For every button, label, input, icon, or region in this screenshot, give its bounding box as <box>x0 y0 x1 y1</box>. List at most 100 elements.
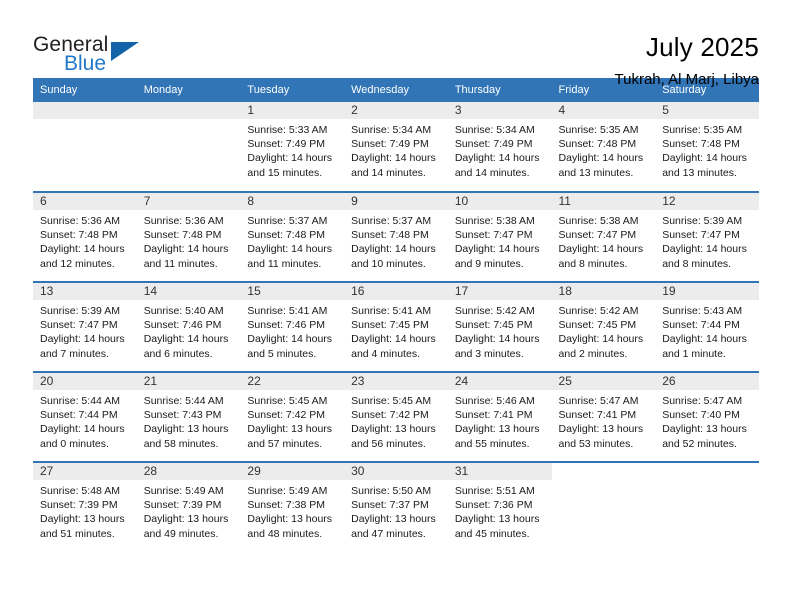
sunset-text: Sunset: 7:47 PM <box>662 229 740 242</box>
day-number: 31 <box>447 463 552 480</box>
calendar-day-cell[interactable]: 12 Sunrise: 5:39 AM Sunset: 7:47 PM Dayligh… <box>655 191 759 282</box>
sunset-text: Sunset: 7:39 PM <box>143 499 222 512</box>
day-details: Sunrise: 5:36 AM Sunset: 7:48 PM Daylight:… <box>33 210 137 271</box>
day-number: 10 <box>447 193 552 210</box>
calendar-day-cell[interactable]: 18 Sunrise: 5:42 AM Sunset: 7:45 PM Dayligh… <box>551 281 656 372</box>
day-number: 12 <box>655 193 759 210</box>
calendar-day-cell[interactable]: 6 Sunrise: 5:36 AM Sunset: 7:48 PM Daylight… <box>33 191 137 282</box>
daylight-text: Daylight: 14 hours and 13 minutes. <box>662 152 747 179</box>
calendar-day-cell[interactable]: 17 Sunrise: 5:42 AM Sunset: 7:45 PM Dayligh… <box>447 281 552 372</box>
calendar-day-cell[interactable]: 20 Sunrise: 5:44 AM Sunset: 7:44 PM Dayligh… <box>33 371 137 462</box>
sunrise-text: Sunrise: 5:49 AM <box>247 485 328 497</box>
daylight-text: Daylight: 14 hours and 8 minutes. <box>662 243 747 270</box>
sunrise-text: Sunrise: 5:46 AM <box>454 395 535 407</box>
calendar-day-cell[interactable]: 9 Sunrise: 5:37 AM Sunset: 7:48 PM Daylight… <box>344 191 448 282</box>
sunrise-text: Sunrise: 5:45 AM <box>247 395 328 407</box>
calendar-day-cell[interactable]: 8 Sunrise: 5:37 AM Sunset: 7:48 PM Daylight… <box>240 191 345 282</box>
sunrise-text: Sunrise: 5:51 AM <box>454 485 535 497</box>
daylight-text: Daylight: 14 hours and 13 minutes. <box>558 152 644 179</box>
day-number: 15 <box>240 283 345 300</box>
calendar-page: General Blue July 2025 Tukrah, Al Marj, … <box>0 0 792 612</box>
day-number: 27 <box>33 463 137 480</box>
daylight-text: Daylight: 14 hours and 0 minutes. <box>40 423 125 450</box>
calendar-day-cell[interactable]: 3 Sunrise: 5:34 AM Sunset: 7:49 PM Daylight… <box>447 102 552 192</box>
calendar-day-cell[interactable]: 21 Sunrise: 5:44 AM Sunset: 7:43 PM Dayligh… <box>136 371 241 462</box>
day-number: 8 <box>240 193 345 210</box>
sunrise-text: Sunrise: 5:47 AM <box>662 395 743 407</box>
day-number: 9 <box>344 193 448 210</box>
daylight-text: Daylight: 14 hours and 1 minute. <box>662 333 747 360</box>
daylight-text: Daylight: 14 hours and 14 minutes. <box>351 152 436 179</box>
calendar-week-row: 6 Sunrise: 5:36 AM Sunset: 7:48 PM Daylight… <box>33 191 759 282</box>
day-number: 13 <box>33 283 137 300</box>
brand-logo[interactable]: General Blue <box>33 31 163 79</box>
calendar-day-cell[interactable]: 16 Sunrise: 5:41 AM Sunset: 7:45 PM Dayligh… <box>344 281 448 372</box>
calendar-day-cell[interactable]: 30 Sunrise: 5:50 AM Sunset: 7:37 PM Dayligh… <box>344 461 448 552</box>
daylight-text: Daylight: 13 hours and 53 minutes. <box>558 423 644 450</box>
daylight-text: Daylight: 14 hours and 2 minutes. <box>558 333 644 360</box>
day-number: 18 <box>551 283 656 300</box>
day-details: Sunrise: 5:44 AM Sunset: 7:44 PM Daylight:… <box>33 390 137 451</box>
calendar-day-cell[interactable]: 5 Sunrise: 5:35 AM Sunset: 7:48 PM Daylight… <box>655 102 759 192</box>
calendar-day-cell[interactable]: 24 Sunrise: 5:46 AM Sunset: 7:41 PM Dayligh… <box>447 371 552 462</box>
day-number: 17 <box>447 283 552 300</box>
sunrise-text: Sunrise: 5:36 AM <box>40 215 120 227</box>
calendar-day-cell[interactable]: 25 Sunrise: 5:47 AM Sunset: 7:41 PM Dayligh… <box>551 371 656 462</box>
calendar-day-cell[interactable]: 27 Sunrise: 5:48 AM Sunset: 7:39 PM Dayligh… <box>33 461 137 552</box>
sunrise-text: Sunrise: 5:34 AM <box>351 124 432 136</box>
sunset-text: Sunset: 7:36 PM <box>454 499 533 512</box>
sunrise-text: Sunrise: 5:50 AM <box>351 485 432 497</box>
day-details: Sunrise: 5:39 AM Sunset: 7:47 PM Daylight:… <box>655 210 759 271</box>
calendar-day-cell[interactable]: 28 Sunrise: 5:49 AM Sunset: 7:39 PM Dayligh… <box>136 461 241 552</box>
calendar-day-cell[interactable]: 31 Sunrise: 5:51 AM Sunset: 7:36 PM Dayligh… <box>447 461 552 552</box>
calendar-day-cell[interactable]: 15 Sunrise: 5:41 AM Sunset: 7:46 PM Dayligh… <box>240 281 345 372</box>
calendar-day-cell[interactable]: 26 Sunrise: 5:47 AM Sunset: 7:40 PM Dayligh… <box>655 371 759 462</box>
sunset-text: Sunset: 7:48 PM <box>247 229 326 242</box>
day-details: Sunrise: 5:47 AM Sunset: 7:41 PM Daylight:… <box>552 390 656 451</box>
daylight-text: Daylight: 14 hours and 6 minutes. <box>143 333 229 360</box>
calendar-day-cell[interactable]: 2 Sunrise: 5:34 AM Sunset: 7:49 PM Daylight… <box>344 102 448 192</box>
day-details: Sunrise: 5:34 AM Sunset: 7:49 PM Daylight:… <box>448 119 552 180</box>
day-number: 20 <box>33 373 137 390</box>
calendar-day-cell[interactable]: 7 Sunrise: 5:36 AM Sunset: 7:48 PM Daylight… <box>136 191 241 282</box>
daylight-text: Daylight: 13 hours and 45 minutes. <box>454 513 540 540</box>
day-number: 11 <box>551 193 656 210</box>
sunset-text: Sunset: 7:47 PM <box>40 319 118 332</box>
calendar-week-row: 27 Sunrise: 5:48 AM Sunset: 7:39 PM Dayligh… <box>33 461 759 552</box>
sunrise-text: Sunrise: 5:38 AM <box>558 215 639 227</box>
daylight-text: Daylight: 14 hours and 10 minutes. <box>351 243 436 270</box>
calendar-day-cell[interactable]: 10 Sunrise: 5:38 AM Sunset: 7:47 PM Dayligh… <box>447 191 552 282</box>
calendar-day-cell[interactable]: 11 Sunrise: 5:38 AM Sunset: 7:47 PM Dayligh… <box>551 191 656 282</box>
day-details: Sunrise: 5:37 AM Sunset: 7:48 PM Daylight:… <box>344 210 448 271</box>
calendar-day-cell[interactable]: 13 Sunrise: 5:39 AM Sunset: 7:47 PM Dayligh… <box>33 281 137 372</box>
sunset-text: Sunset: 7:48 PM <box>558 138 637 151</box>
calendar-day-cell[interactable]: 14 Sunrise: 5:40 AM Sunset: 7:46 PM Dayligh… <box>136 281 241 372</box>
daylight-text: Daylight: 13 hours and 52 minutes. <box>662 423 747 450</box>
calendar-day-cell[interactable]: 4 Sunrise: 5:35 AM Sunset: 7:48 PM Daylight… <box>551 102 656 192</box>
calendar-day-cell[interactable]: 1 Sunrise: 5:33 AM Sunset: 7:49 PM Daylight… <box>240 102 345 192</box>
calendar-week-row: 1 Sunrise: 5:33 AM Sunset: 7:49 PM Daylight… <box>33 102 759 192</box>
day-number: 2 <box>344 102 448 119</box>
day-details: Sunrise: 5:48 AM Sunset: 7:39 PM Daylight:… <box>33 480 137 541</box>
day-number: 5 <box>655 102 759 119</box>
sunset-text: Sunset: 7:47 PM <box>454 229 533 242</box>
calendar-day-cell[interactable]: 22 Sunrise: 5:45 AM Sunset: 7:42 PM Dayligh… <box>240 371 345 462</box>
sunset-text: Sunset: 7:41 PM <box>558 409 637 422</box>
sunrise-text: Sunrise: 5:38 AM <box>454 215 535 227</box>
day-number: 7 <box>136 193 241 210</box>
sunset-text: Sunset: 7:48 PM <box>351 229 429 242</box>
calendar-week-row: 13 Sunrise: 5:39 AM Sunset: 7:47 PM Dayligh… <box>33 281 759 372</box>
calendar-day-cell[interactable]: 23 Sunrise: 5:45 AM Sunset: 7:42 PM Dayligh… <box>344 371 448 462</box>
day-details: Sunrise: 5:42 AM Sunset: 7:45 PM Daylight:… <box>552 300 656 361</box>
day-details: Sunrise: 5:41 AM Sunset: 7:46 PM Daylight:… <box>240 300 344 361</box>
calendar-day-cell[interactable]: 19 Sunrise: 5:43 AM Sunset: 7:44 PM Dayligh… <box>655 281 759 372</box>
weekday-header-tuesday: Tuesday <box>240 78 345 102</box>
weekday-header-sunday: Sunday <box>33 78 137 102</box>
sunset-text: Sunset: 7:42 PM <box>351 409 429 422</box>
day-details: Sunrise: 5:42 AM Sunset: 7:45 PM Daylight:… <box>448 300 552 361</box>
day-number: 14 <box>136 283 241 300</box>
day-details: Sunrise: 5:39 AM Sunset: 7:47 PM Daylight:… <box>33 300 137 361</box>
day-number: 6 <box>33 193 137 210</box>
calendar-day-cell[interactable]: 29 Sunrise: 5:49 AM Sunset: 7:38 PM Dayligh… <box>240 461 345 552</box>
day-number <box>33 102 137 119</box>
